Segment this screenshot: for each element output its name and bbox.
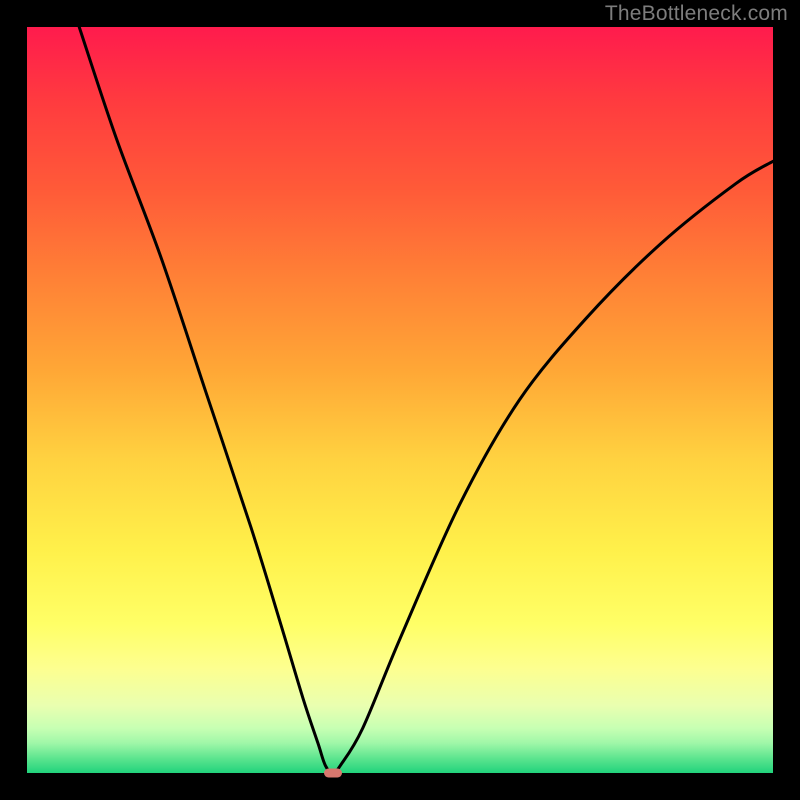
chart-frame: TheBottleneck.com — [0, 0, 800, 800]
optimal-point-marker — [324, 769, 342, 778]
bottleneck-curve — [27, 27, 773, 773]
watermark-text: TheBottleneck.com — [605, 2, 788, 26]
plot-area — [27, 27, 773, 773]
